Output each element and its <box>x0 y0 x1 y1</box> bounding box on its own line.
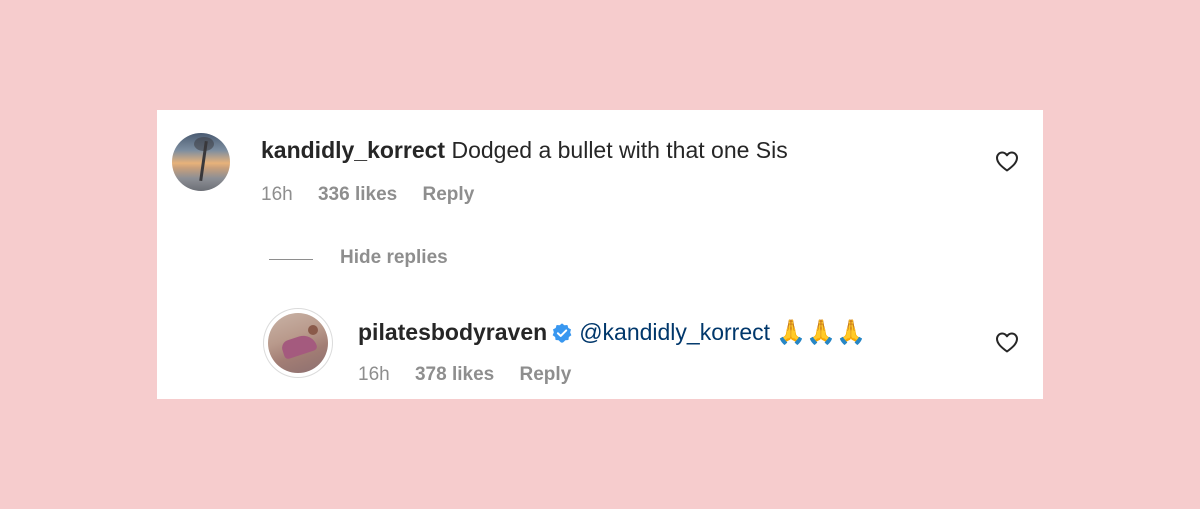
commenter-avatar[interactable] <box>172 133 230 191</box>
reply-mention-link[interactable]: @kandidly_korrect <box>579 319 770 345</box>
comment-time[interactable]: 16h <box>261 184 293 205</box>
reply-body: pilatesbodyraven @kandidly_korrect 🙏🙏🙏 <box>358 318 866 346</box>
heart-icon[interactable] <box>995 331 1019 353</box>
heart-icon[interactable] <box>995 150 1019 172</box>
comment-reply-button[interactable]: Reply <box>423 184 475 205</box>
hide-replies-divider <box>269 259 313 260</box>
reply-emoji: 🙏🙏🙏 <box>776 318 867 346</box>
comments-panel: kandidly_korrect Dodged a bullet with th… <box>157 110 1043 399</box>
comment-username[interactable]: kandidly_korrect <box>261 137 445 163</box>
comment-likes[interactable]: 336 likes <box>318 184 397 205</box>
reply-meta: 16h 378 likes Reply <box>358 363 591 387</box>
reply-username[interactable]: pilatesbodyraven <box>358 319 547 345</box>
comment-body: kandidly_korrect Dodged a bullet with th… <box>261 136 788 164</box>
reply-likes[interactable]: 378 likes <box>415 364 494 385</box>
comment-text: Dodged a bullet with that one Sis <box>451 137 788 163</box>
verified-badge-icon <box>552 323 572 343</box>
reply-time[interactable]: 16h <box>358 364 390 385</box>
reply-avatar[interactable] <box>263 308 333 378</box>
reply-reply-button[interactable]: Reply <box>520 364 572 385</box>
hide-replies-button[interactable]: Hide replies <box>340 246 448 270</box>
comment-meta: 16h 336 likes Reply <box>261 183 494 207</box>
